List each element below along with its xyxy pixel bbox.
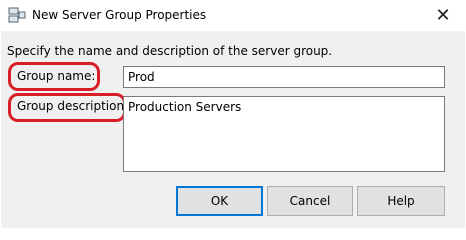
group-name-label: Group name: — [17, 69, 96, 83]
title-bar: New Server Group Properties ✕ — [0, 0, 466, 30]
window-title: New Server Group Properties — [32, 8, 207, 22]
group-description-input[interactable]: Production Servers — [123, 96, 445, 172]
instructions-text: Specify the name and description of the … — [7, 44, 333, 58]
group-name-input[interactable] — [123, 66, 445, 88]
cancel-button[interactable]: Cancel — [267, 186, 353, 216]
dialog-body: Specify the name and description of the … — [1, 31, 465, 228]
close-icon[interactable]: ✕ — [420, 0, 466, 30]
group-description-label: Group description: — [17, 99, 129, 113]
help-button[interactable]: Help — [357, 186, 445, 216]
server-group-icon — [8, 7, 26, 23]
ok-button[interactable]: OK — [176, 186, 263, 216]
